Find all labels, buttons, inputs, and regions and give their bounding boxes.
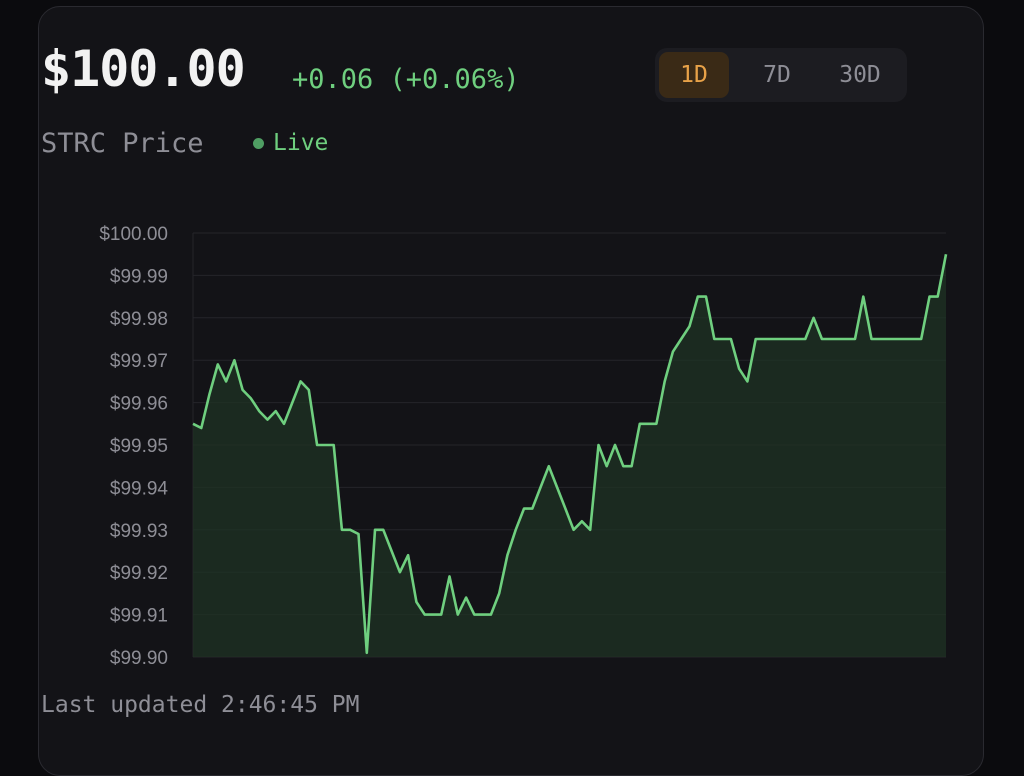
price-chart: $100.00 $99.99 $99.98 $99.97 $99.96 $99.95 $99… bbox=[99, 224, 948, 669]
y-tick-label: $99.98 bbox=[110, 309, 168, 330]
last-updated: Last updated 2:46:45 PM bbox=[41, 692, 360, 718]
y-tick-label: $99.90 bbox=[110, 648, 168, 669]
y-tick-label: $99.97 bbox=[110, 351, 168, 372]
y-tick-label: $99.99 bbox=[110, 266, 168, 287]
price-area-fill bbox=[193, 254, 946, 657]
y-tick-label: $100.00 bbox=[99, 224, 168, 245]
y-tick-label: $99.96 bbox=[110, 394, 168, 415]
y-tick-label: $99.93 bbox=[110, 521, 168, 542]
y-tick-label: $99.92 bbox=[110, 563, 168, 584]
y-tick-label: $99.94 bbox=[110, 478, 169, 499]
y-tick-label: $99.91 bbox=[110, 606, 168, 627]
y-tick-label: $99.95 bbox=[110, 436, 168, 457]
